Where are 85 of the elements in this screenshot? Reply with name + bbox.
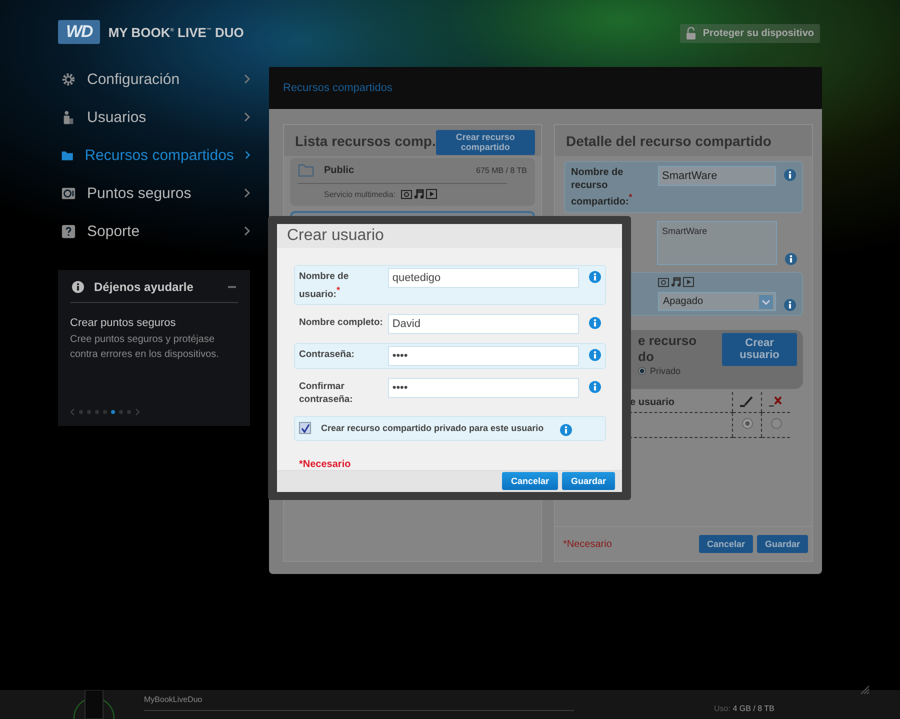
camera-icon [658, 277, 669, 288]
page-dot[interactable] [119, 410, 123, 414]
input-field[interactable]: quetedigo [388, 268, 579, 288]
create-user-button[interactable]: Crear usuario [722, 333, 797, 366]
field-label: Confirmar contraseña: [299, 380, 354, 407]
page-dot[interactable] [95, 410, 99, 414]
share-item[interactable]: Public 675 MB / 8 TB Servicio multimedia: [290, 158, 535, 206]
info-icon [72, 281, 84, 293]
sidebar-item[interactable]: Soporte [58, 212, 250, 250]
sidebar-item[interactable]: Configuración [58, 60, 250, 98]
checkbox[interactable] [299, 422, 311, 434]
chevron-right-icon [244, 226, 250, 236]
device-name: MyBookLiveDuo [144, 695, 204, 704]
share-name-field[interactable]: SmartWare [658, 166, 776, 186]
pencil-icon [740, 394, 754, 407]
create-share-button[interactable]: Crear recurso compartido [436, 130, 535, 156]
help-heading: Crear puntos seguros [70, 317, 177, 329]
safe-icon [61, 186, 76, 200]
info-icon[interactable] [589, 381, 601, 393]
field-label: Nombre completo: [299, 316, 384, 330]
info-icon[interactable] [784, 169, 796, 181]
field-label: Contraseña: [299, 348, 356, 362]
camera-icon [400, 189, 412, 199]
chevron-right-icon [244, 112, 250, 122]
page-dot[interactable] [103, 410, 107, 414]
music-note-icon [414, 189, 424, 199]
resize-grip-icon[interactable] [860, 685, 870, 695]
input-field[interactable]: •••• [388, 378, 579, 398]
product-name: MY BOOK$^{®}$ LIVE$^{™}$ DUO [108, 24, 244, 40]
info-icon[interactable] [589, 271, 601, 284]
next-icon[interactable] [135, 408, 140, 416]
lock-icon [686, 27, 696, 40]
info-icon[interactable] [785, 253, 797, 266]
brand-logo: WD [58, 20, 100, 44]
checkbox-label: Crear recurso compartido privado para este usuario [321, 423, 544, 434]
folder-icon [298, 164, 314, 177]
required-note: *Necesario [563, 538, 612, 550]
help-title: Déjenos ayudarle [94, 280, 194, 294]
permission-radio[interactable] [742, 418, 752, 430]
usage-value: 4 GB / 8 TB [732, 704, 774, 713]
usage-label: Uso: [714, 704, 730, 713]
page-dot[interactable] [87, 410, 91, 414]
share-name: Public [324, 165, 356, 176]
info-icon[interactable] [589, 349, 601, 361]
info-icon[interactable] [560, 424, 572, 436]
share-usage: 675 MB / 8 TB [476, 166, 527, 175]
play-icon [426, 189, 437, 199]
section-title: Lista recursos comp. [295, 132, 436, 148]
info-icon[interactable] [784, 299, 796, 312]
access-title: e recurso do [638, 333, 697, 365]
media-service-dropdown[interactable]: Apagado [658, 292, 776, 312]
page-dot[interactable] [79, 410, 83, 414]
sidebar-item[interactable]: Puntos seguros [58, 174, 250, 212]
sidebar-item[interactable]: Recursos compartidos [58, 136, 250, 174]
music-note-icon [671, 277, 681, 288]
input-field[interactable]: •••• [388, 346, 579, 366]
chevron-right-icon [244, 74, 250, 84]
gear-icon [61, 72, 76, 86]
dialog-button[interactable]: Cancelar [502, 472, 558, 490]
info-icon[interactable] [589, 317, 601, 329]
delete-icon [769, 394, 783, 407]
help-icon [61, 224, 76, 238]
private-radio[interactable]: Privado [638, 366, 697, 376]
field-label: Nombre de recurso compartido:$^{*}$ [571, 166, 634, 208]
dialog-button[interactable]: Cancelar [698, 535, 753, 553]
input-field[interactable]: David [388, 314, 579, 334]
protect-device-button[interactable]: Proteger su dispositivo [680, 24, 820, 43]
sidebar-item[interactable]: Usuarios [58, 98, 250, 136]
required-note: *Necesario [298, 458, 352, 470]
page-dot[interactable] [111, 410, 115, 414]
dialog-button[interactable]: Guardar [562, 472, 615, 490]
section-title: Detalle del recurso compartido [566, 132, 772, 148]
user-icon [61, 110, 76, 124]
media-label: Servicio multimedia: [324, 190, 396, 198]
page-dot[interactable] [127, 410, 131, 414]
description-field[interactable]: SmartWare [657, 221, 777, 266]
play-icon [683, 277, 694, 288]
dialog-button[interactable]: Guardar [756, 535, 808, 553]
permission-radio[interactable] [770, 418, 782, 430]
previous-icon[interactable] [70, 408, 75, 416]
dialog-title: Crear usuario [277, 224, 622, 248]
page-title: Recursos compartidos [283, 82, 392, 94]
chevron-right-icon [244, 188, 250, 198]
chevron-right-icon [244, 150, 250, 160]
help-text: Cree puntos seguros y protéjase contra errores en los dispositivos. [70, 333, 220, 362]
